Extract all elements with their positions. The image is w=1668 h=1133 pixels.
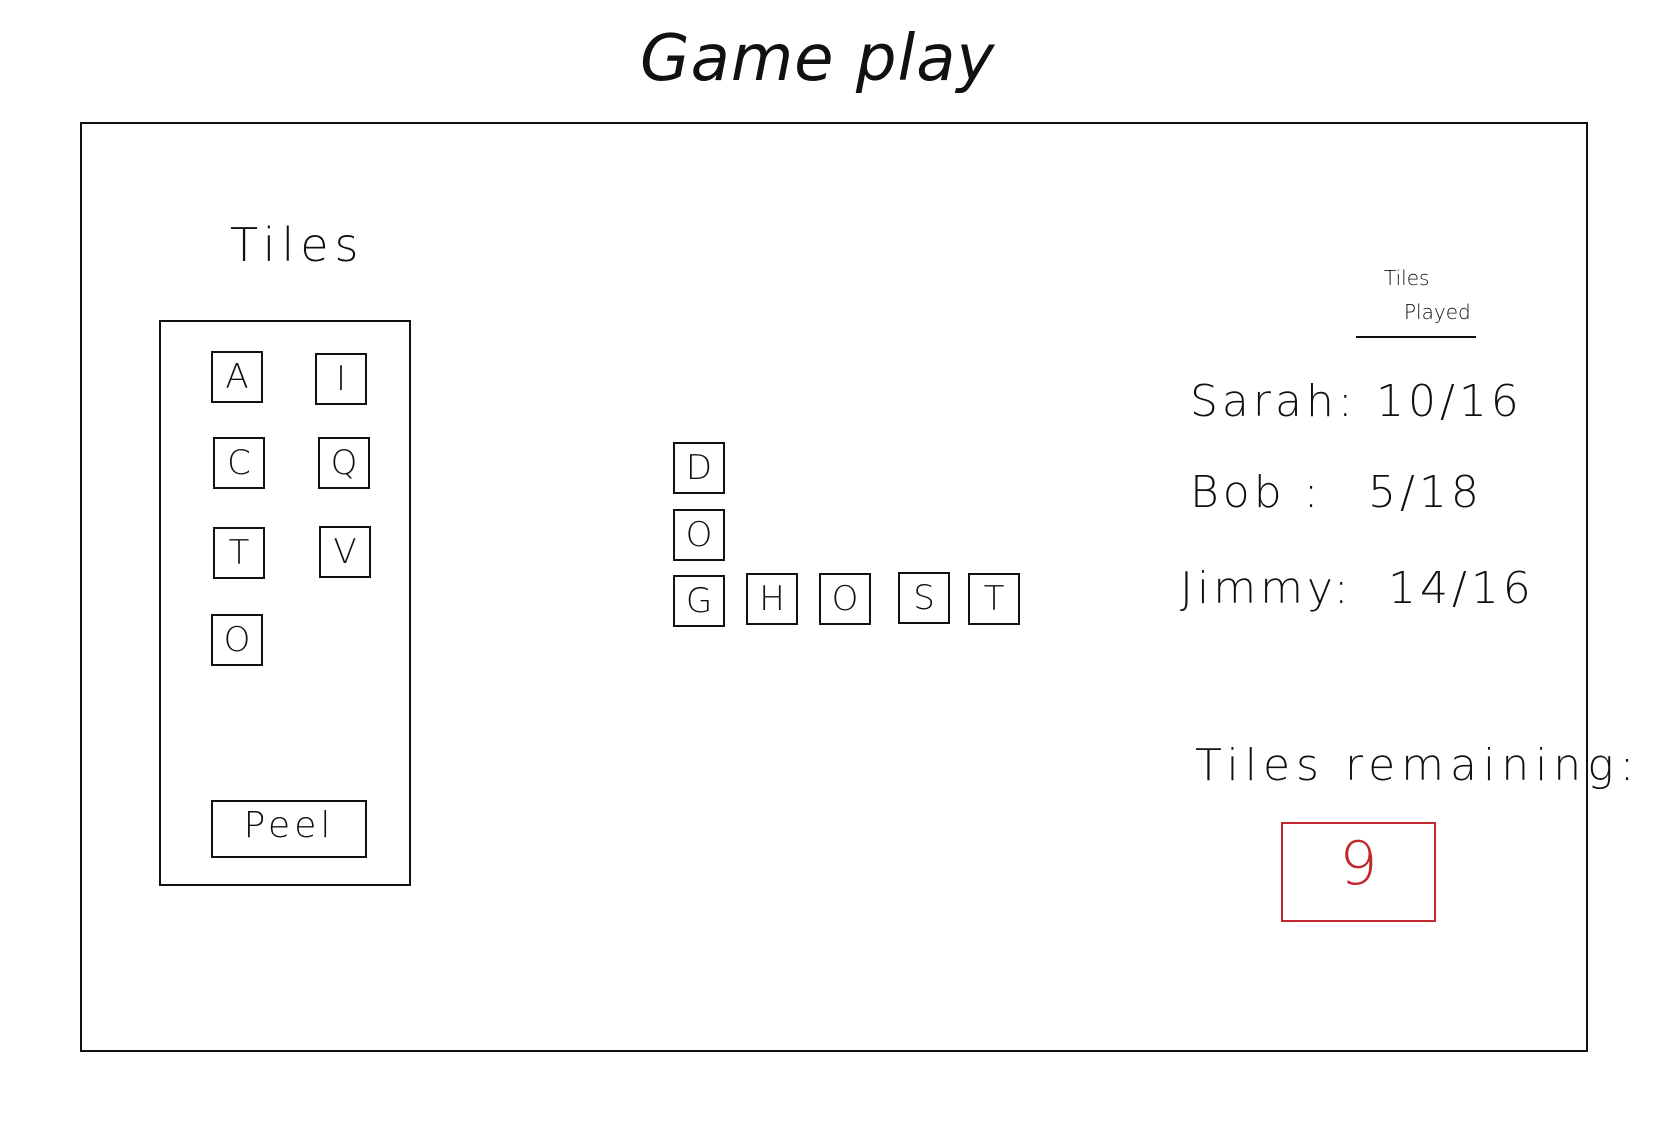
board-tile[interactable]: O (673, 509, 725, 561)
board-tile[interactable]: T (968, 573, 1020, 625)
tiles-remaining-counter: 9 (1281, 822, 1436, 922)
player-name: Sarah: (1190, 376, 1357, 427)
player-score: 10/16 (1376, 376, 1523, 427)
rack-tile[interactable]: Q (318, 437, 370, 489)
rack-tile[interactable]: T (213, 527, 265, 579)
peel-button[interactable]: Peel (211, 800, 367, 858)
header-underline (1356, 336, 1476, 338)
player-score: 14/16 (1388, 563, 1535, 614)
tiles-remaining-label: Tiles remaining: (1195, 740, 1641, 791)
player-name: Jimmy: (1180, 563, 1353, 614)
board-tile[interactable]: D (673, 442, 725, 494)
board-tile[interactable]: G (673, 575, 725, 627)
rack-tile[interactable]: O (211, 614, 263, 666)
rack-tile[interactable]: I (315, 353, 367, 405)
rack-tile[interactable]: A (211, 351, 263, 403)
board-tile[interactable]: S (898, 572, 950, 624)
board-tile[interactable]: O (819, 573, 871, 625)
player-score: 5/18 (1368, 467, 1483, 518)
rack-heading: Tiles (230, 218, 365, 272)
tiles-played-header-line2: Played (1404, 300, 1471, 324)
page-title: Game play (640, 22, 996, 96)
rack-tile[interactable]: V (319, 526, 371, 578)
board-tile[interactable]: H (746, 573, 798, 625)
tiles-played-header-line1: Tiles (1384, 266, 1430, 290)
player-name: Bob : (1190, 467, 1323, 518)
tiles-played-header: Tiles Played (1356, 266, 1476, 340)
rack-tile[interactable]: C (213, 437, 265, 489)
